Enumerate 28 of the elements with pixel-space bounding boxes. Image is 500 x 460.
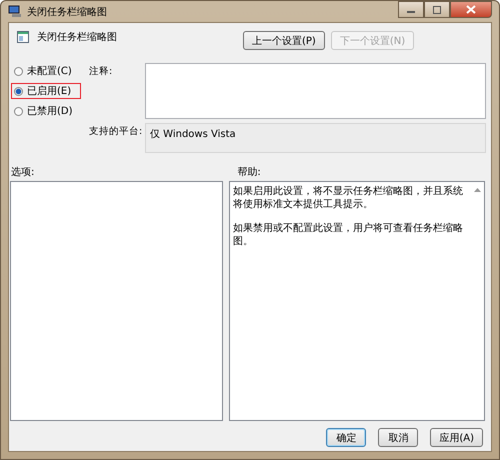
platform-label: 支持的平台: [89,125,144,139]
platform-field: 仅 Windows Vista [145,123,486,153]
minimize-button[interactable] [398,1,424,18]
computer-icon [8,5,22,18]
window-title: 关闭任务栏缩略图 [27,6,107,18]
apply-button[interactable]: 应用(A) [430,428,483,447]
help-label: 帮助: [237,166,261,180]
comment-label: 注释: [89,65,114,79]
maximize-button[interactable] [424,1,450,18]
maximize-icon [432,6,442,14]
scroll-up-icon[interactable] [474,188,481,192]
cancel-button[interactable]: 取消 [378,428,418,447]
close-button[interactable] [450,1,492,18]
help-text: 如果启用此设置，将不显示任务栏缩略图，并且系统将使用标准文本提供工具提示。 [233,185,464,211]
help-text: 如果禁用或不配置此设置，用户将可查看任务栏缩略图。 [233,222,464,248]
ok-button[interactable]: 确定 [326,428,366,447]
radio-button[interactable] [14,106,23,116]
radio-button[interactable] [14,66,23,76]
close-icon [466,5,476,14]
policy-title: 关闭任务栏缩略图 [37,30,117,44]
radio-option[interactable]: 已禁用(D) [11,103,81,119]
radio-button[interactable] [14,86,23,96]
highlighted-radio-option[interactable]: 已启用(E) [11,83,81,99]
previous-setting-button[interactable]: 上一个设置(P) [243,31,325,50]
comment-field[interactable] [145,63,486,119]
radio-option[interactable]: 未配置(C) [11,63,81,79]
options-label: 选项: [11,166,34,180]
policy-icon [17,31,29,43]
